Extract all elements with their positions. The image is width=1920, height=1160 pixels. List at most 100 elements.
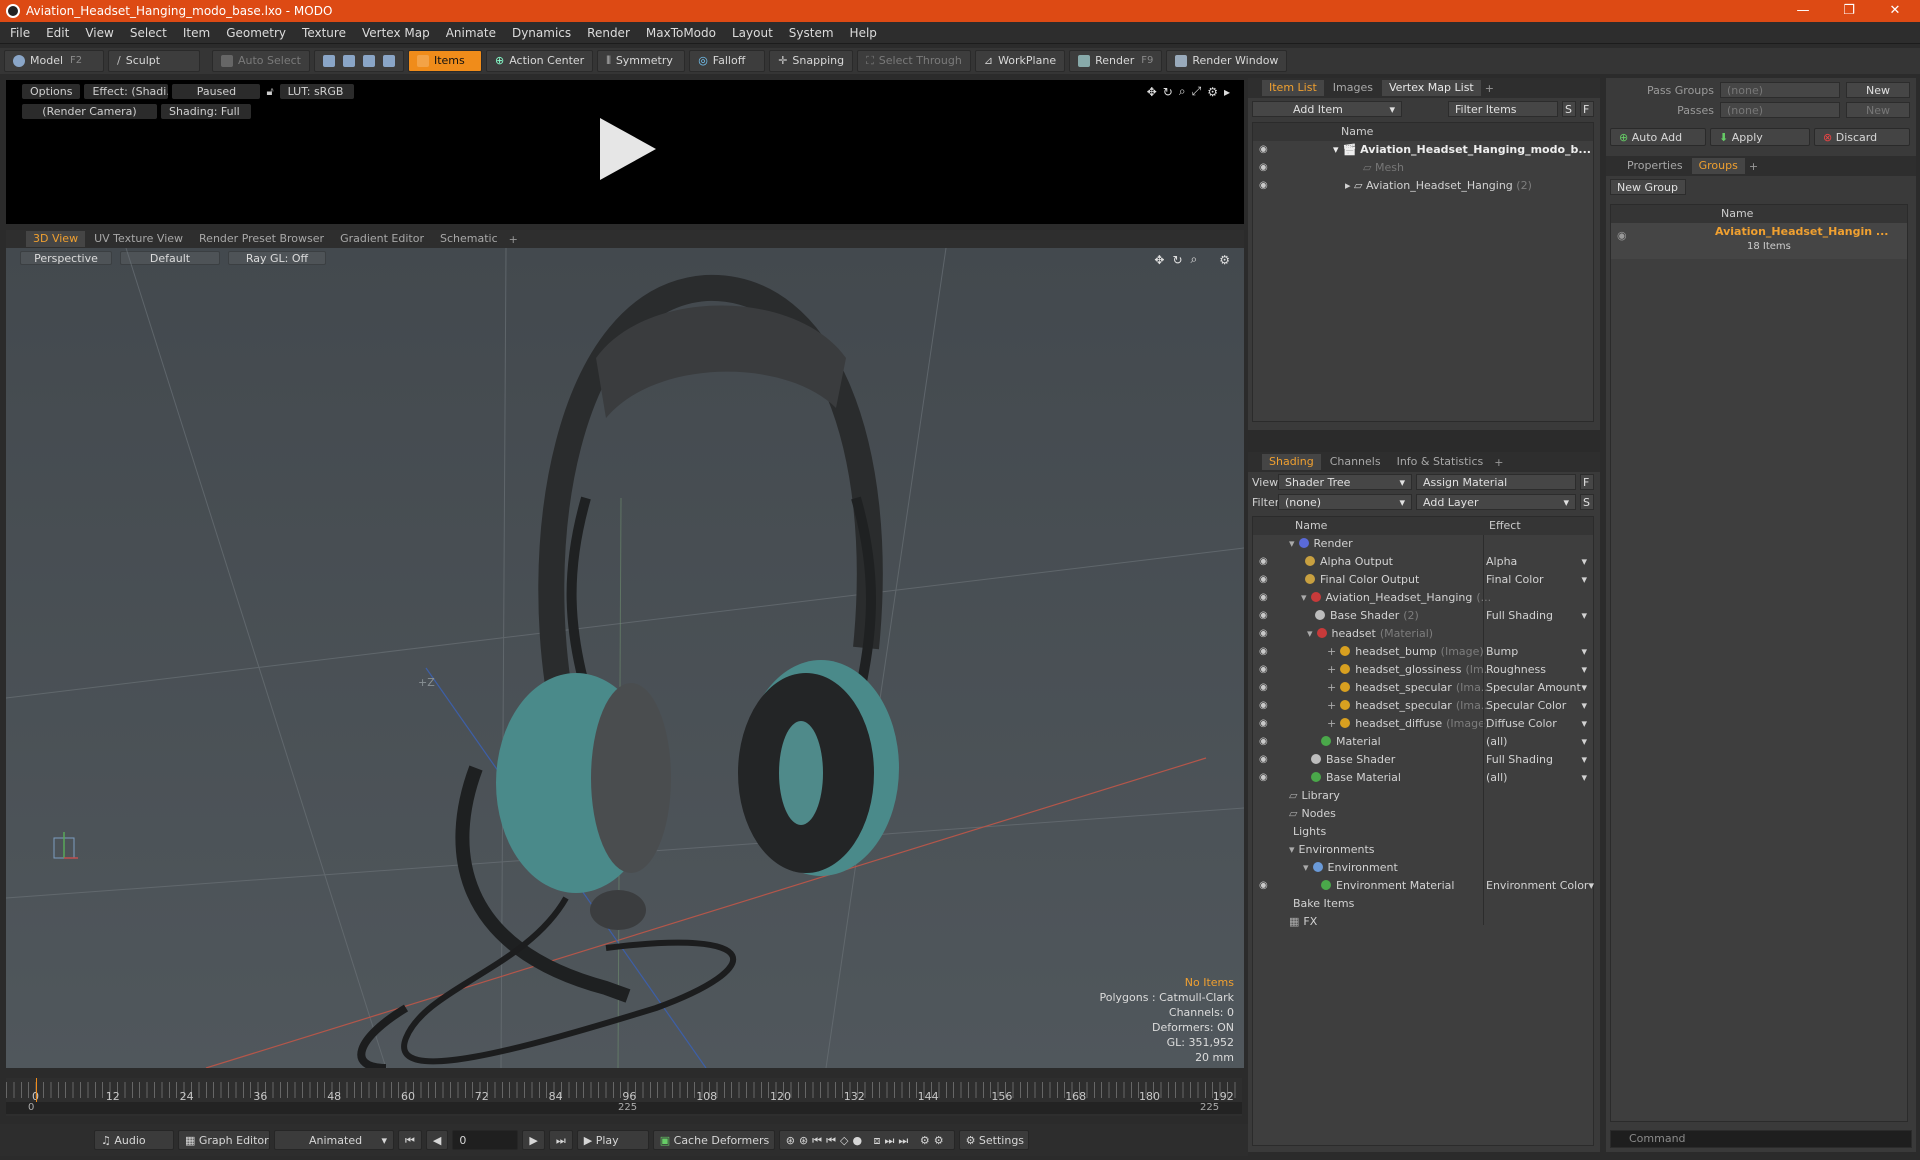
tab-channels[interactable]: Channels [1323,454,1388,470]
tab-properties[interactable]: Properties [1620,158,1690,174]
expand-toggle-icon[interactable]: ▾ [1307,627,1313,640]
expand-toggle-icon[interactable]: + [1327,717,1336,730]
next-frame-button[interactable]: ▶ [522,1130,545,1150]
preview-options-button[interactable]: Options [22,84,81,99]
shader-tree-row[interactable]: ▾ Environment [1253,859,1593,877]
menu-texture[interactable]: Texture [294,22,354,44]
shader-tree-row[interactable]: ◉ Base Shader Full Shading ▾ [1253,751,1593,769]
expand-toggle-icon[interactable]: + [1327,681,1336,694]
tab-3d-view[interactable]: 3D View [26,231,86,247]
expand-toggle-icon[interactable]: ▾ [1289,843,1295,856]
preview-shading-dropdown[interactable]: Shading: Full [161,104,251,119]
eye-icon[interactable]: ◉ [1259,141,1271,159]
eye-icon[interactable]: ◉ [1259,733,1271,751]
shader-tree-row[interactable]: ◉ Base Material (all) ▾ [1253,769,1593,787]
edges-mode-icon[interactable] [342,55,355,67]
tab-info-statistics[interactable]: Info & Statistics [1390,454,1491,470]
add-layer-dropdown[interactable]: Add Layer ▾ [1416,494,1576,510]
polygons-mode-icon[interactable] [362,55,375,67]
expand-toggle-icon[interactable]: ▦ [1289,915,1299,928]
shader-tree-row[interactable]: ◉▾Aviation_Headset_Hanging(... [1253,589,1593,607]
menu-dynamics[interactable]: Dynamics [504,22,579,44]
shader-tree-row[interactable]: ▾ Environments [1253,841,1593,859]
add-tab-icon[interactable]: + [1745,160,1762,173]
vertices-mode-icon[interactable] [322,55,335,67]
eye-icon[interactable]: ◉ [1259,661,1271,679]
effect-dropdown[interactable]: Full Shading ▾ [1486,751,1591,769]
effect-dropdown[interactable]: Final Color ▾ [1486,571,1591,589]
apply-button[interactable]: ⬇ Apply [1710,128,1810,146]
eye-icon[interactable]: ◉ [1617,229,1627,242]
filter-items-input[interactable]: Filter Items [1448,101,1558,117]
maximize-icon[interactable]: ⤢ [1192,84,1202,99]
menu-vertex-map[interactable]: Vertex Map [354,22,438,44]
cache-deformers-button[interactable]: ▣ Cache Deformers [652,1130,775,1150]
expand-toggle-icon[interactable]: ▱ [1289,789,1297,802]
filter-f-button[interactable]: F [1580,101,1594,117]
maximize-button[interactable]: ❐ [1826,0,1872,22]
key-tools[interactable]: ⊛⊛⏮⏮◇● ⧈⏭⏭ ⚙⚙ [778,1130,955,1150]
shader-tree-row[interactable]: ◉ ▾ headset (Material) [1253,625,1593,643]
tab-gradient-editor[interactable]: Gradient Editor [333,231,431,247]
menu-render[interactable]: Render [579,22,638,44]
shader-tree-row[interactable]: ◉ + headset_specular (Ima... Specular Amount… [1253,679,1593,697]
tab-item-list[interactable]: Item List [1262,80,1324,96]
falloff-button[interactable]: ◎ Falloff [689,50,766,72]
eye-icon[interactable]: ◉ [1259,571,1271,589]
add-tab-icon[interactable]: + [1481,82,1498,95]
playhead[interactable] [36,1078,37,1102]
eye-icon[interactable]: ◉ [1259,715,1271,733]
rotate-icon[interactable]: ↻ [1163,85,1173,99]
lut-dropdown[interactable]: LUT: sRGB [279,84,354,99]
items-mode-button[interactable]: Items [407,50,482,72]
shader-tree-row[interactable]: ◉ Material (all) ▾ [1253,733,1593,751]
expand-toggle-icon[interactable]: ▾ [1289,537,1295,550]
eye-icon[interactable]: ◉ [1259,553,1271,571]
effect-dropdown[interactable]: Diffuse Color ▾ [1486,715,1591,733]
close-button[interactable]: ✕ [1872,0,1918,22]
last-frame-button[interactable]: ⏭ [548,1130,573,1150]
effect-dropdown[interactable]: Specular Color ▾ [1486,697,1591,715]
pass-groups-dropdown[interactable]: (none) [1720,82,1840,98]
zoom-icon[interactable]: ⌕ [1179,84,1186,99]
effect-dropdown[interactable]: Full Shading ▾ [1486,607,1591,625]
list-item[interactable]: ◉ ▸ ▱ Aviation_Headset_Hanging (2) [1253,177,1593,195]
shader-tree-row[interactable]: ◉ Final Color Output Final Color ▾ [1253,571,1593,589]
shader-tree-row[interactable]: ▱ Nodes [1253,805,1593,823]
list-item[interactable]: ◉ ▾ 🎬︎ Aviation_Headset_Hanging_modo_b... [1253,141,1593,159]
shader-tree-row[interactable]: ◉ + headset_diffuse (Image) Diffuse Color ▾ [1253,715,1593,733]
symmetry-button[interactable]: ⫴ Symmetry [597,50,686,72]
expand-toggle-icon[interactable]: ▱ [1289,807,1297,820]
layer-s-button[interactable]: S [1580,494,1594,510]
menu-item[interactable]: Item [175,22,218,44]
shader-tree-row[interactable]: Bake Items [1253,895,1593,913]
menu-animate[interactable]: Animate [438,22,504,44]
tab-vertex-map-list[interactable]: Vertex Map List [1381,80,1481,96]
render-window-button[interactable]: Render Window [1166,50,1288,72]
add-tab-icon[interactable]: + [505,233,522,246]
eye-icon[interactable]: ◉ [1259,769,1271,787]
assign-material-dropdown[interactable]: Assign Material [1416,474,1576,490]
eye-icon[interactable]: ◉ [1259,751,1271,769]
expand-toggle-icon[interactable]: ▾ [1303,861,1309,874]
prev-frame-button[interactable]: ◀ [425,1130,449,1150]
shader-tree-row[interactable]: ◉ + headset_bump (Image) Bump ▾ [1253,643,1593,661]
menu-system[interactable]: System [781,22,842,44]
add-tab-icon[interactable]: + [1490,456,1507,469]
effect-dropdown[interactable]: Roughness ▾ [1486,661,1591,679]
expand-toggle-icon[interactable]: ▾ [1301,591,1307,604]
shader-tree-row[interactable]: ▦ FX [1253,913,1593,931]
tab-images[interactable]: Images [1326,80,1380,96]
passes-dropdown[interactable]: (none) [1720,102,1840,118]
filter-s-button[interactable]: S [1562,101,1576,117]
shader-tree-row[interactable]: ◉ + headset_specular (Ima... Specular Color ▾ [1253,697,1593,715]
sculpt-mode-button[interactable]: / Sculpt [108,50,200,72]
list-item[interactable]: ◉ ▱ Mesh [1253,159,1593,177]
materials-mode-icon[interactable] [382,55,395,67]
eye-icon[interactable]: ◉ [1259,607,1271,625]
shader-tree-row[interactable]: Lights [1253,823,1593,841]
workplane-button[interactable]: ⊿ WorkPlane [974,50,1066,72]
render-camera-dropdown[interactable]: (Render Camera) [22,104,157,119]
eye-icon[interactable]: ◉ [1259,877,1271,895]
time-range-bar[interactable]: 0 225 225 [6,1102,1242,1114]
